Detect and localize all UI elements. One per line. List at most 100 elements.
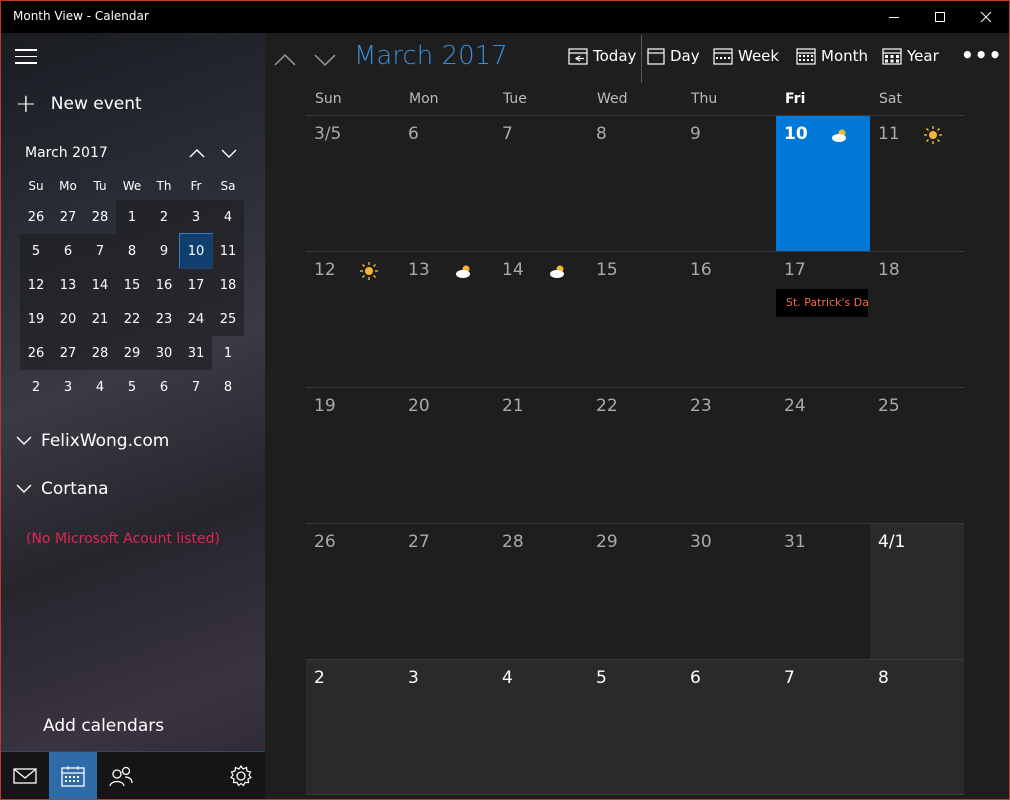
day-cell-next-month[interactable]: 7 <box>776 660 870 795</box>
day-cell-today[interactable]: 10 <box>776 116 870 251</box>
month-title[interactable]: March 2017 <box>354 41 508 71</box>
mini-day[interactable]: 2 <box>20 370 52 404</box>
mini-day[interactable]: 1 <box>212 336 244 370</box>
mini-day[interactable]: 30 <box>148 336 180 370</box>
account-cortana[interactable]: Cortana <box>15 479 109 499</box>
today-button[interactable]: Today <box>568 47 636 65</box>
mini-prev-month-button[interactable] <box>185 143 209 163</box>
day-cell[interactable]: 7 <box>494 116 588 251</box>
mini-day[interactable]: 1 <box>116 200 148 234</box>
mini-day[interactable]: 5 <box>116 370 148 404</box>
mini-day[interactable]: 31 <box>180 336 212 370</box>
mini-day[interactable]: 6 <box>148 370 180 404</box>
day-view-button[interactable]: Day <box>647 47 700 65</box>
mini-day[interactable]: 11 <box>212 234 244 268</box>
mini-day[interactable]: 26 <box>20 200 52 234</box>
day-cell[interactable]: 27 <box>400 524 494 659</box>
day-cell[interactable]: 18 <box>870 252 964 387</box>
day-cell[interactable]: 20 <box>400 388 494 523</box>
add-calendars-button[interactable]: Add calendars <box>43 716 164 736</box>
mini-day[interactable]: 15 <box>116 268 148 302</box>
mini-day[interactable]: 8 <box>116 234 148 268</box>
mini-day[interactable]: 25 <box>212 302 244 336</box>
mini-day[interactable]: 13 <box>52 268 84 302</box>
mini-day[interactable]: 7 <box>180 370 212 404</box>
mini-day[interactable]: 19 <box>20 302 52 336</box>
day-cell[interactable]: 22 <box>588 388 682 523</box>
mini-day[interactable]: 12 <box>20 268 52 302</box>
month-view-button[interactable]: Month <box>796 47 868 65</box>
day-cell-next-month[interactable]: 4 <box>494 660 588 795</box>
previous-month-button[interactable] <box>273 49 297 71</box>
mini-day[interactable]: 28 <box>84 200 116 234</box>
day-cell-next-month[interactable]: 6 <box>682 660 776 795</box>
mini-next-month-button[interactable] <box>217 143 241 163</box>
day-cell-next-month[interactable]: 2 <box>306 660 400 795</box>
mini-day[interactable]: 28 <box>84 336 116 370</box>
day-cell-next-month[interactable]: 4/1 <box>870 524 964 659</box>
day-cell[interactable]: 24 <box>776 388 870 523</box>
day-cell-next-month[interactable]: 3 <box>400 660 494 795</box>
day-cell[interactable]: 16 <box>682 252 776 387</box>
day-cell[interactable]: 9 <box>682 116 776 251</box>
mini-day[interactable]: 21 <box>84 302 116 336</box>
day-cell[interactable]: 26 <box>306 524 400 659</box>
mini-day[interactable]: 2 <box>148 200 180 234</box>
mini-day[interactable]: 27 <box>52 336 84 370</box>
hamburger-menu-icon[interactable] <box>15 49 37 65</box>
mini-day[interactable]: 18 <box>212 268 244 302</box>
people-button[interactable] <box>97 752 145 799</box>
mail-button[interactable] <box>1 752 49 799</box>
day-cell[interactable]: 15 <box>588 252 682 387</box>
mini-day[interactable]: 20 <box>52 302 84 336</box>
day-cell[interactable]: 29 <box>588 524 682 659</box>
mini-day-today[interactable]: 10 <box>179 233 213 269</box>
calendar-button[interactable] <box>49 752 97 799</box>
mini-day[interactable]: 23 <box>148 302 180 336</box>
day-cell[interactable]: 25 <box>870 388 964 523</box>
day-cell[interactable]: 11 <box>870 116 964 251</box>
day-cell[interactable]: 12 <box>306 252 400 387</box>
new-event-button[interactable]: + New event <box>15 91 142 117</box>
mini-day[interactable]: 14 <box>84 268 116 302</box>
week-view-button[interactable]: Week <box>713 47 779 65</box>
day-cell[interactable]: 21 <box>494 388 588 523</box>
day-cell[interactable]: 31 <box>776 524 870 659</box>
minimize-button[interactable] <box>871 1 917 33</box>
mini-calendar-title[interactable]: March 2017 <box>25 145 108 161</box>
day-cell[interactable]: 13 <box>400 252 494 387</box>
day-cell[interactable]: 17 St. Patrick's Day <box>776 252 870 387</box>
day-cell[interactable]: 14 <box>494 252 588 387</box>
next-month-button[interactable] <box>313 49 337 71</box>
close-button[interactable] <box>963 1 1009 33</box>
mini-day[interactable]: 27 <box>52 200 84 234</box>
mini-day[interactable]: 3 <box>52 370 84 404</box>
day-cell[interactable]: 3/5 <box>306 116 400 251</box>
day-cell[interactable]: 28 <box>494 524 588 659</box>
year-view-button[interactable]: Year <box>882 47 939 65</box>
mini-day[interactable]: 29 <box>116 336 148 370</box>
mini-day[interactable]: 7 <box>84 234 116 268</box>
mini-day[interactable]: 3 <box>180 200 212 234</box>
mini-day[interactable]: 5 <box>20 234 52 268</box>
day-cell-next-month[interactable]: 8 <box>870 660 964 795</box>
day-cell-next-month[interactable]: 5 <box>588 660 682 795</box>
event-st-patricks-day[interactable]: St. Patrick's Day <box>776 289 868 317</box>
mini-day[interactable]: 4 <box>84 370 116 404</box>
mini-day[interactable]: 6 <box>52 234 84 268</box>
mini-day[interactable]: 17 <box>180 268 212 302</box>
account-felixwong[interactable]: FelixWong.com <box>15 431 169 451</box>
day-cell[interactable]: 23 <box>682 388 776 523</box>
more-options-button[interactable]: ••• <box>961 43 1002 67</box>
mini-day[interactable]: 26 <box>20 336 52 370</box>
mini-day[interactable]: 8 <box>212 370 244 404</box>
mini-day[interactable]: 9 <box>148 234 180 268</box>
mini-day[interactable]: 24 <box>180 302 212 336</box>
day-cell[interactable]: 30 <box>682 524 776 659</box>
maximize-button[interactable] <box>917 1 963 33</box>
day-cell[interactable]: 6 <box>400 116 494 251</box>
settings-button[interactable] <box>217 752 265 799</box>
mini-day[interactable]: 16 <box>148 268 180 302</box>
day-cell[interactable]: 8 <box>588 116 682 251</box>
day-cell[interactable]: 19 <box>306 388 400 523</box>
